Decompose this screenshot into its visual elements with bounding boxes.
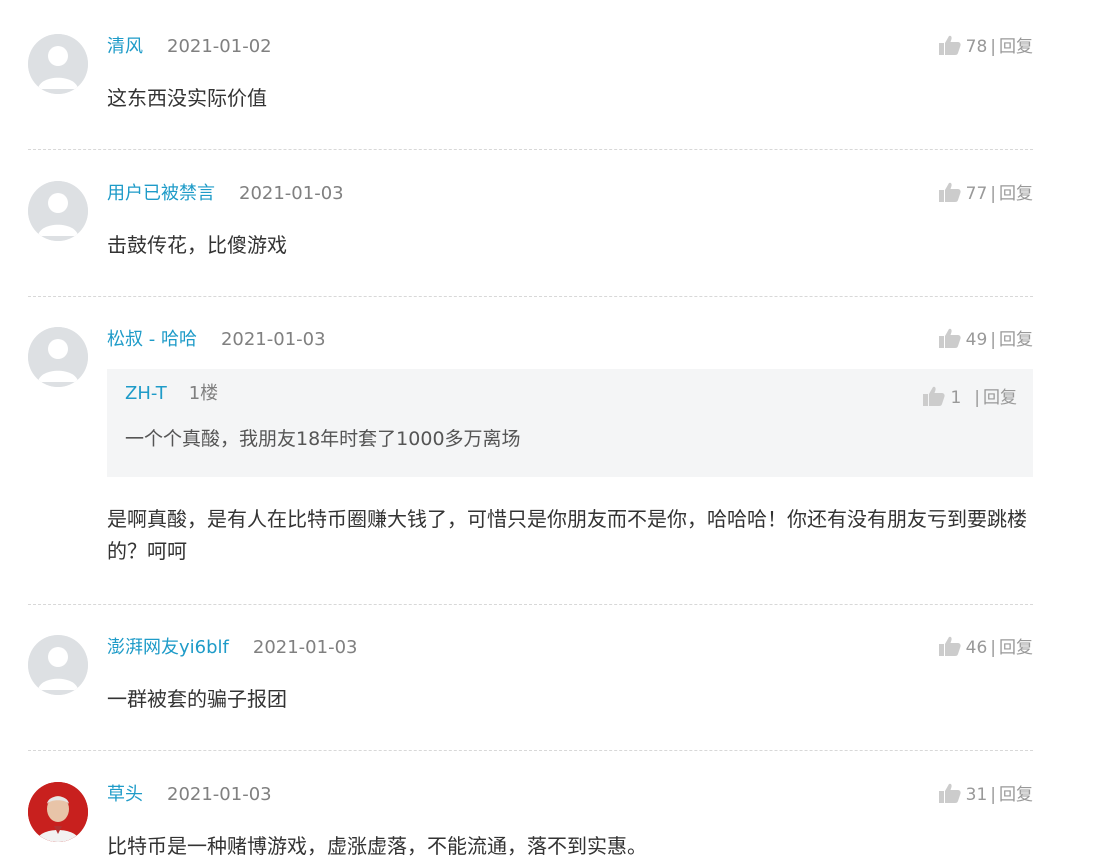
default-avatar-icon[interactable] [28,635,88,695]
user-photo-avatar[interactable] [28,782,88,842]
thumbs-up-icon[interactable] [938,783,961,803]
comment-actions: 46 | 回复 [938,635,1033,661]
quoted-reply: ZH-T 1楼 1 | 回复 一个个真酸，我朋友18年时套了1000多万离场 [107,369,1033,477]
comment-date: 2021-01-03 [167,784,272,805]
separator: | [990,330,996,350]
reply-button[interactable]: 回复 [999,330,1033,350]
comment-header: 用户已被禁言 2021-01-03 77 | 回复 [107,181,1033,207]
comment-divider [28,296,1033,297]
comment-text: 这东西没实际价值 [107,86,267,110]
comment-item: 清风 2021-01-02 78 | 回复 这东西没实际价值 [28,34,1033,144]
like-count: 31 [965,785,988,805]
username-link[interactable]: 澎湃网友yi6blf [107,637,229,658]
quoted-username-link[interactable]: ZH-T [125,383,167,404]
comment-date: 2021-01-03 [220,329,326,350]
comment-date: 2021-01-03 [252,637,358,658]
separator: | [990,785,996,805]
quoted-reply-header: ZH-T 1楼 [125,381,218,407]
comment-header: 澎湃网友yi6blf 2021-01-03 46 | 回复 [107,635,1033,661]
comment-header: 松叔 - 哈哈 2021-01-03 49 | 回复 [107,327,1033,353]
default-avatar-icon[interactable] [28,327,88,387]
thumbs-up-icon[interactable] [938,636,961,656]
comment-actions: 77 | 回复 [938,181,1033,207]
thumbs-up-icon[interactable] [923,386,946,406]
comment-actions: 49 | 回复 [938,327,1033,353]
thumbs-up-icon[interactable] [938,182,961,202]
username-link[interactable]: 用户已被禁言 [107,183,215,204]
reply-button[interactable]: 回复 [999,37,1033,57]
comment-header: 清风 2021-01-02 78 | 回复 [107,34,1033,60]
like-count: 77 [965,184,988,204]
reply-button[interactable]: 回复 [999,785,1033,805]
quoted-reply-actions: 1 | 回复 [923,385,1017,411]
comment-date: 2021-01-03 [239,183,344,204]
reply-button[interactable]: 回复 [983,388,1017,408]
separator: | [990,638,996,658]
like-count: 78 [965,37,988,57]
comment-text: 击鼓传花，比傻游戏 [107,233,287,257]
separator: | [974,388,980,408]
username-link[interactable]: 清风 [107,36,143,57]
comment-item: 松叔 - 哈哈 2021-01-03 49 | 回复 ZH-T 1楼 1 | 回复 一个个真… [28,327,1033,597]
comment-item: 用户已被禁言 2021-01-03 77 | 回复 击鼓传花，比傻游戏 [28,181,1033,291]
comment-text: 比特币是一种赌博游戏，虚涨虚落，不能流通，落不到实惠。 [107,834,647,858]
like-count: 49 [965,330,988,350]
thumbs-up-icon[interactable] [938,328,961,348]
default-avatar-icon[interactable] [28,34,88,94]
comment-item: 草头 2021-01-03 31 | 回复 比特币是一种赌博游戏，虚涨虚落，不能流通，… [28,782,1033,858]
comment-divider [28,149,1033,150]
comment-header: 草头 2021-01-03 31 | 回复 [107,782,1033,808]
separator: | [990,37,996,57]
floor-number: 1楼 [188,383,219,404]
reply-button[interactable]: 回复 [999,184,1033,204]
comment-item: 澎湃网友yi6blf 2021-01-03 46 | 回复 一群被套的骗子报团 [28,635,1033,745]
separator: | [990,184,996,204]
comment-text: 是啊真酸，是有人在比特币圈赚大钱了，可惜只是你朋友而不是你，哈哈哈！你还有没有朋… [107,507,1027,563]
comment-actions: 78 | 回复 [938,34,1033,60]
thumbs-up-icon[interactable] [938,35,961,55]
quoted-reply-text: 一个个真酸，我朋友18年时套了1000多万离场 [125,428,521,450]
comment-divider [28,750,1033,751]
default-avatar-icon[interactable] [28,181,88,241]
like-count: 46 [965,638,988,658]
comment-date: 2021-01-02 [167,36,272,57]
username-link[interactable]: 草头 [107,784,143,805]
comment-actions: 31 | 回复 [938,782,1033,808]
comment-text: 一群被套的骗子报团 [107,687,287,711]
comment-divider [28,604,1033,605]
like-count: 1 [950,388,962,408]
username-link[interactable]: 松叔 - 哈哈 [107,329,197,350]
reply-button[interactable]: 回复 [999,638,1033,658]
